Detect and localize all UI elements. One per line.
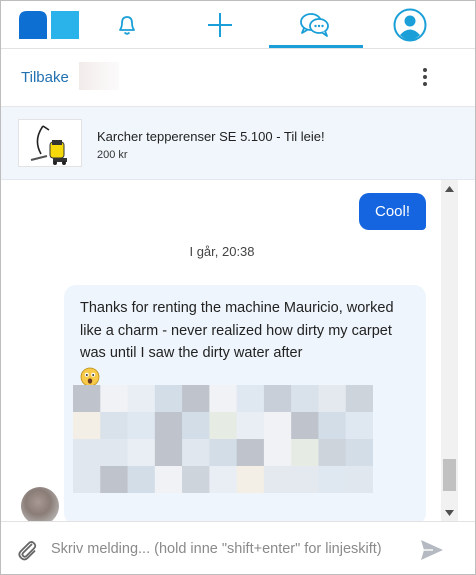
sender-avatar <box>21 487 59 521</box>
plus-icon[interactable] <box>204 9 236 41</box>
paperclip-icon[interactable] <box>15 538 39 562</box>
message-input[interactable] <box>51 534 411 564</box>
incoming-message: Thanks for renting the machine Mauricio,… <box>64 285 426 521</box>
incoming-message-text: Thanks for renting the machine Mauricio,… <box>80 297 410 394</box>
recipient-avatar <box>79 62 119 90</box>
app-window: Tilbake Karcher tepperenser SE 5.100 - T… <box>0 0 476 575</box>
message-composer <box>1 521 475 574</box>
chat-bubbles-icon[interactable] <box>299 9 331 41</box>
pixelated-image-attachment[interactable] <box>73 385 373 493</box>
scroll-up-arrow-icon[interactable] <box>441 180 458 197</box>
message-timestamp: I går, 20:38 <box>189 244 255 259</box>
carpet-cleaner-image <box>30 125 67 165</box>
scroll-thumb[interactable] <box>443 459 456 491</box>
message-list: Cool! I går, 20:38 Thanks for renting th… <box>1 180 475 521</box>
kebab-menu-icon[interactable] <box>415 65 435 89</box>
profile-icon[interactable] <box>392 7 428 43</box>
back-link[interactable]: Tilbake <box>21 69 69 86</box>
send-icon[interactable] <box>419 537 445 563</box>
product-thumbnail <box>18 119 82 167</box>
product-title: Karcher tepperenser SE 5.100 - Til leie! <box>97 129 325 144</box>
bell-icon[interactable] <box>111 9 143 41</box>
conversation-header: Tilbake <box>1 49 475 107</box>
brand-logo-icon[interactable] <box>19 11 79 39</box>
scroll-down-arrow-icon[interactable] <box>441 504 458 521</box>
incoming-message-body: Thanks for renting the machine Mauricio,… <box>80 300 394 361</box>
product-price: 200 kr <box>97 149 128 161</box>
top-nav <box>1 1 475 49</box>
astonished-face-emoji-icon <box>80 367 100 386</box>
product-summary[interactable]: Karcher tepperenser SE 5.100 - Til leie!… <box>1 107 475 180</box>
chat-scrollbar[interactable] <box>441 180 458 521</box>
outgoing-message: Cool! <box>359 193 426 230</box>
